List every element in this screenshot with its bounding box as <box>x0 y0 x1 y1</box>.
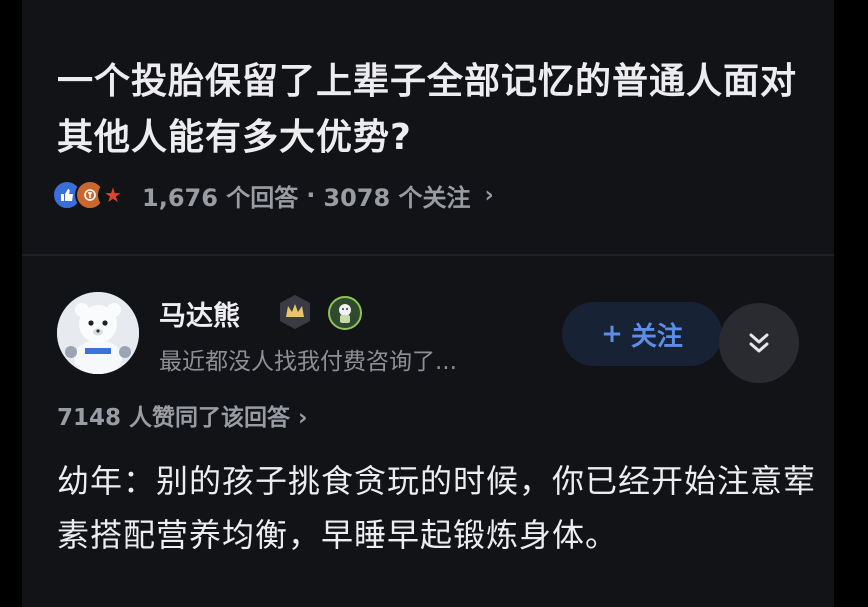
chevron-right-icon: › <box>484 182 494 208</box>
answer-content[interactable]: 幼年：别的孩子挑食贪玩的时候，你已经开始注意荤素搭配营养均衡，早睡早起锻炼身体。 <box>57 454 827 562</box>
collapse-button[interactable] <box>719 303 799 383</box>
crown-icon <box>278 294 312 330</box>
double-chevron-down-icon <box>749 333 769 353</box>
meta-separator: · <box>306 181 316 209</box>
star-icon: ★ <box>98 180 128 210</box>
divider <box>22 254 834 256</box>
chevron-right-icon: › <box>298 405 308 431</box>
achievement-badge-icon <box>328 296 362 330</box>
author-bio: 最近都没人找我付费咨询了... <box>159 349 457 375</box>
avatar[interactable] <box>57 292 139 374</box>
answers-count: 1,676 个回答 <box>142 183 299 212</box>
plus-icon: + <box>601 319 623 349</box>
follow-label: 关注 <box>630 321 683 352</box>
author-name[interactable]: 马达熊 <box>159 294 240 333</box>
question-meta[interactable]: ★ 1,676 个回答 · 3078 个关注 › <box>52 178 494 212</box>
follow-button[interactable]: + 关注 <box>562 302 722 366</box>
followers-count: 3078 个关注 <box>323 183 471 212</box>
badge-stack: ★ <box>52 180 128 210</box>
app-frame: 一个投胎保留了上辈子全部记忆的普通人面对其他人能有多大优势? ★ 1,676 个… <box>22 0 834 607</box>
question-title[interactable]: 一个投胎保留了上辈子全部记忆的普通人面对其他人能有多大优势? <box>57 54 817 166</box>
upvotes-text: 7148 人赞同了该回答 <box>57 405 291 431</box>
upvotes-summary[interactable]: 7148 人赞同了该回答 › <box>57 398 308 432</box>
